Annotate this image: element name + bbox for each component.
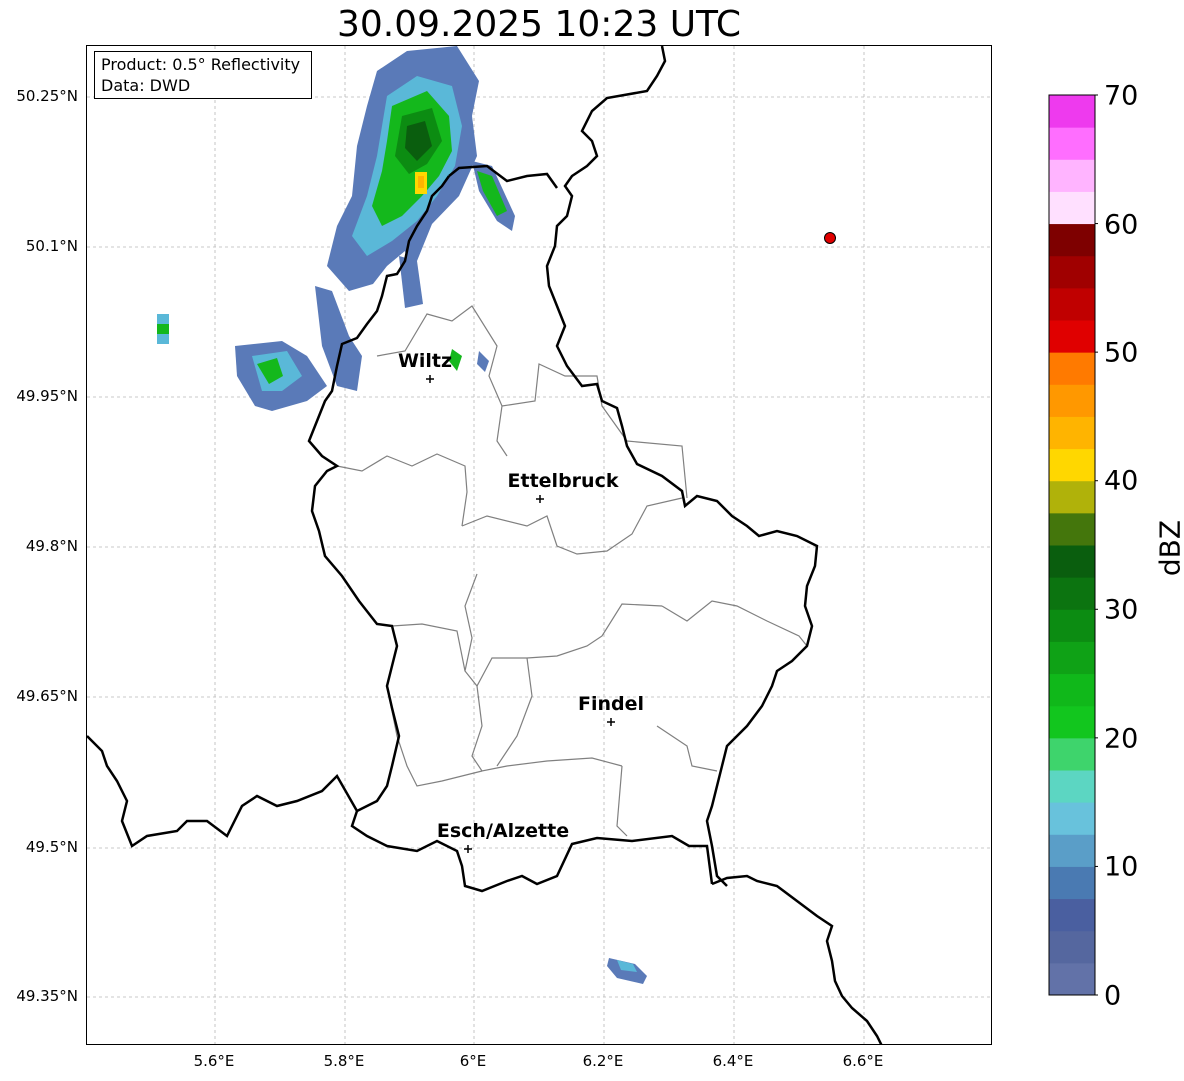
map-canvas <box>87 46 991 1044</box>
colorbar-segment <box>1049 962 1095 996</box>
colorbar-segment <box>1049 641 1095 675</box>
colorbar-segment <box>1049 287 1095 321</box>
lat-tick-label: 49.95°N <box>16 387 78 405</box>
colorbar-segment <box>1049 577 1095 610</box>
colorbar-segment <box>1049 802 1095 835</box>
product-info-box: Product: 0.5° Reflectivity Data: DWD <box>94 51 312 99</box>
colorbar <box>1048 94 1098 996</box>
colorbar-segment <box>1049 384 1095 417</box>
colorbar-tick-label: 10 <box>1104 851 1139 883</box>
colorbar-segment <box>1049 609 1095 642</box>
city-label-esch-alzette: Esch/Alzette <box>436 820 570 842</box>
colorbar-segment <box>1049 191 1095 225</box>
colorbar-tick-label: 50 <box>1104 337 1139 369</box>
radar-site-marker[interactable] <box>824 232 836 244</box>
colorbar-segment <box>1049 834 1095 867</box>
colorbar-segment <box>1049 320 1095 353</box>
colorbar-tick-label: 30 <box>1104 594 1139 626</box>
colorbar-segment <box>1049 95 1095 128</box>
colorbar-segment <box>1049 930 1095 964</box>
colorbar-segment <box>1049 416 1095 450</box>
colorbar-tick-label: 0 <box>1104 980 1122 1012</box>
lat-tick-label: 50.25°N <box>16 87 78 105</box>
colorbar-segment <box>1049 770 1095 803</box>
colorbar-segment <box>1049 255 1095 289</box>
colorbar-tick-label: 40 <box>1104 465 1139 497</box>
colorbar-segment <box>1049 512 1095 546</box>
colorbar-segment <box>1049 737 1095 771</box>
lat-tick-label: 49.5°N <box>25 838 78 856</box>
colorbar-segment <box>1049 352 1095 385</box>
city-markers <box>426 375 615 853</box>
city-label-ettelbruck: Ettelbruck <box>507 470 619 492</box>
map-title: 30.09.2025 10:23 UTC <box>336 4 742 45</box>
colorbar-segment <box>1049 866 1095 900</box>
city-label-findel: Findel <box>577 693 645 715</box>
city-label-wiltz: Wiltz <box>397 350 453 372</box>
canton-boundaries <box>336 305 808 837</box>
colorbar-tick-label: 60 <box>1104 209 1139 241</box>
colorbar-segment <box>1049 673 1095 707</box>
colorbar-segment <box>1049 480 1095 514</box>
colorbar-tick-label: 70 <box>1104 80 1139 112</box>
colorbar-segment <box>1049 159 1095 192</box>
lat-tick-label: 49.35°N <box>16 987 78 1005</box>
colorbar-segment <box>1049 127 1095 160</box>
colorbar-segment <box>1049 705 1095 739</box>
lat-tick-label: 49.8°N <box>25 537 78 555</box>
lon-tick-label: 6.4°E <box>712 1052 754 1070</box>
radar-map[interactable] <box>86 45 992 1045</box>
colorbar-segment <box>1049 898 1095 932</box>
lon-tick-label: 6°E <box>459 1052 487 1070</box>
product-label: Product: 0.5° Reflectivity <box>101 55 301 74</box>
data-source-label: Data: DWD <box>101 76 191 95</box>
lon-tick-label: 5.6°E <box>193 1052 235 1070</box>
colorbar-unit-label: dBZ <box>1153 519 1184 577</box>
lon-tick-label: 5.8°E <box>323 1052 365 1070</box>
colorbar-tick-label: 20 <box>1104 723 1139 755</box>
colorbar-segment <box>1049 448 1095 482</box>
lon-tick-label: 6.6°E <box>842 1052 884 1070</box>
lat-tick-label: 49.65°N <box>16 687 78 705</box>
lon-tick-label: 6.2°E <box>582 1052 624 1070</box>
colorbar-segment <box>1049 545 1095 578</box>
colorbar-segment <box>1049 223 1095 257</box>
lat-tick-label: 50.1°N <box>25 237 78 255</box>
graticule <box>87 46 991 1044</box>
